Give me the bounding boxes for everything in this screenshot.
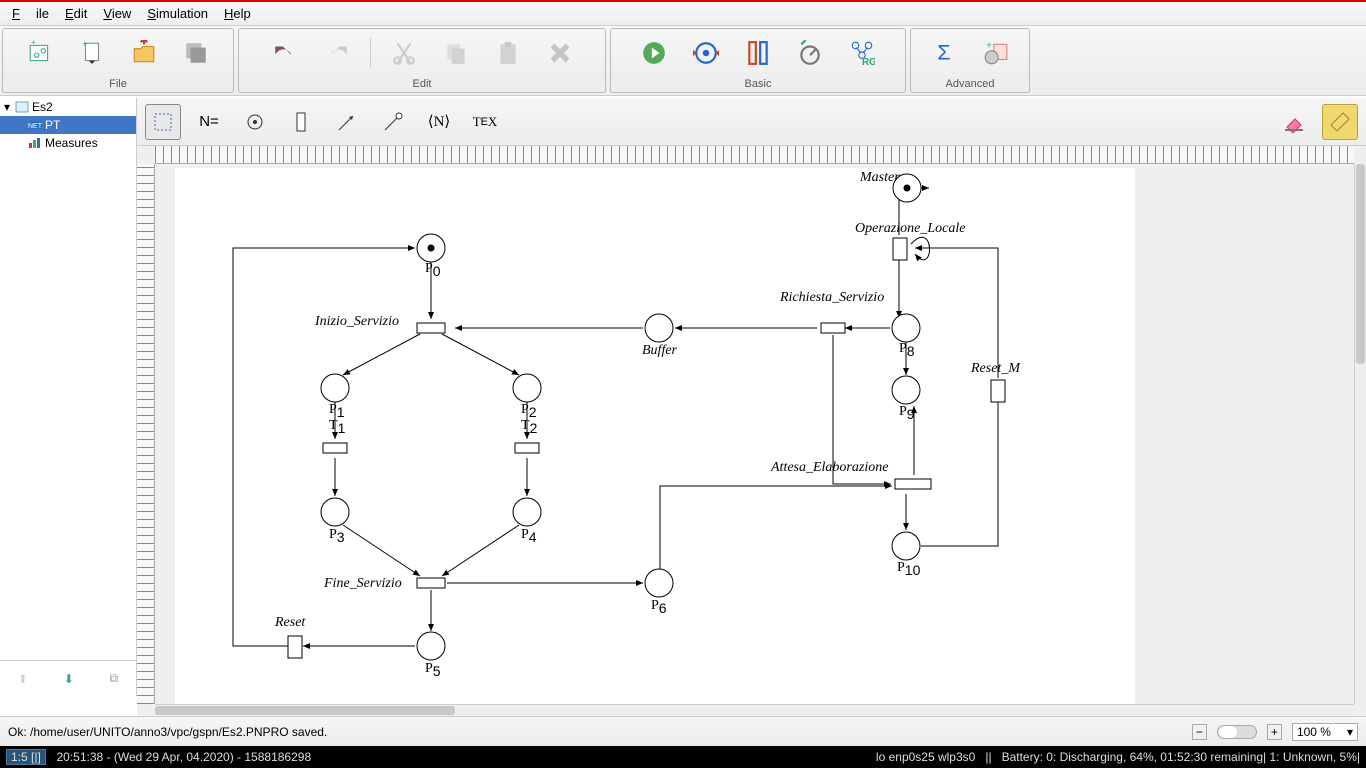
transition-tool[interactable] [283, 104, 319, 140]
save-all-button[interactable] [177, 35, 215, 71]
delete-button[interactable] [541, 35, 579, 71]
svg-text:+: + [986, 41, 992, 52]
group-advanced-label: Advanced [911, 77, 1029, 92]
svg-text:NET: NET [28, 123, 42, 130]
cut-button[interactable] [385, 35, 423, 71]
move-up-button[interactable]: ⬆ [18, 672, 28, 686]
status-bar: Ok: /home/user/UNITO/anno3/vpc/gspn/Es2.… [0, 716, 1366, 746]
name-tool[interactable]: N= [191, 104, 227, 140]
group-basic-label: Basic [611, 77, 905, 92]
svg-text:T2: T2 [521, 418, 538, 436]
svg-text:P6: P6 [651, 598, 667, 616]
svg-text:Operazione_Locale: Operazione_Locale [855, 221, 965, 236]
i3-time: 20:51:38 - (Wed 29 Apr, 04.2020) - 15881… [50, 750, 311, 764]
workspace-indicator[interactable]: 1:5 [|] [6, 749, 46, 765]
tree-pt[interactable]: NET PT [0, 116, 136, 134]
svg-text:P9: P9 [899, 404, 915, 422]
group-file-label: File [3, 77, 233, 92]
menu-edit[interactable]: Edit [57, 4, 95, 23]
zoom-select[interactable]: 100 %▾ [1292, 723, 1358, 741]
duplicate-button[interactable]: ⧉ [110, 671, 119, 686]
svg-text:P10: P10 [897, 560, 921, 578]
measure-button[interactable] [791, 35, 829, 71]
svg-text:Σ: Σ [937, 40, 950, 65]
place-tool[interactable] [237, 104, 273, 140]
status-message: Ok: /home/user/UNITO/anno3/vpc/gspn/Es2.… [8, 725, 327, 739]
page-canvas[interactable]: Master Operazione_Locale Richiesta_Servi… [175, 168, 1135, 716]
chevron-down-icon: ▾ [1347, 725, 1353, 739]
svg-text:Inizio_Servizio: Inizio_Servizio [314, 314, 399, 329]
undo-button[interactable] [266, 35, 304, 71]
svg-text:+: + [82, 40, 87, 49]
menu-simulation[interactable]: Simulation [139, 4, 216, 23]
hscrollbar[interactable] [155, 704, 1354, 716]
ruler-tool[interactable] [1322, 104, 1358, 140]
arc-tool[interactable] [329, 104, 365, 140]
multisolve-button[interactable]: + [977, 35, 1015, 71]
svg-text:RG: RG [862, 57, 875, 66]
project-tree: ▾ Es2 NET PT Measures ⬆ ⬇ ⧉ [0, 98, 137, 696]
svg-text:+: + [31, 40, 36, 46]
main-toolbar: + + File Edit RG Basic Σ [0, 26, 1366, 96]
svg-text:P0: P0 [425, 261, 441, 279]
angle-tool[interactable]: ⟨N⟩ [421, 104, 457, 140]
zoom-slider[interactable] [1217, 725, 1257, 739]
svg-text:Buffer: Buffer [642, 343, 678, 358]
rg-button[interactable]: RG [843, 35, 881, 71]
unfold-button[interactable] [739, 35, 777, 71]
svg-text:Reset_M: Reset_M [970, 361, 1021, 376]
move-down-button[interactable]: ⬇ [64, 672, 74, 686]
new-page-button[interactable]: + [73, 35, 111, 71]
ruler-horizontal [155, 146, 1354, 164]
ruler-vertical [137, 164, 155, 704]
svg-text:Reset: Reset [274, 615, 306, 630]
menu-bar: File Edit View Simulation Help [0, 2, 1366, 26]
svg-text:P3: P3 [329, 527, 345, 545]
menu-view[interactable]: View [95, 4, 139, 23]
tree-measures[interactable]: Measures [0, 134, 136, 152]
svg-text:Attesa_Elaborazione: Attesa_Elaborazione [770, 460, 888, 475]
svg-text:Richiesta_Servizio: Richiesta_Servizio [779, 290, 884, 305]
token-game-button[interactable] [687, 35, 725, 71]
sigma-button[interactable]: Σ [925, 35, 963, 71]
new-project-button[interactable]: + [21, 35, 59, 71]
zoom-out-button[interactable]: − [1192, 724, 1207, 740]
play-button[interactable] [635, 35, 673, 71]
tree-root[interactable]: ▾ Es2 [0, 98, 136, 116]
menu-help[interactable]: Help [216, 4, 259, 23]
svg-text:T1: T1 [329, 418, 346, 436]
svg-text:Master: Master [859, 170, 900, 185]
svg-text:P4: P4 [521, 527, 537, 545]
open-button[interactable] [125, 35, 163, 71]
select-tool[interactable] [145, 104, 181, 140]
vscrollbar[interactable] [1354, 164, 1366, 704]
svg-text:P8: P8 [899, 341, 915, 359]
i3-status-bar: 1:5 [|] 20:51:38 - (Wed 29 Apr, 04.2020)… [0, 746, 1366, 768]
menu-file[interactable]: File [4, 4, 57, 23]
svg-text:Fine_Servizio: Fine_Servizio [323, 576, 402, 591]
paste-button[interactable] [489, 35, 527, 71]
copy-button[interactable] [437, 35, 475, 71]
i3-net-battery: lo enp0s25 wlp3s0 || Battery: 0: Dischar… [876, 750, 1360, 764]
inhibitor-arc-tool[interactable] [375, 104, 411, 140]
drawing-toolbar: N= ⟨N⟩ TEX [137, 98, 1366, 146]
clear-tool[interactable] [1276, 104, 1312, 140]
redo-button[interactable] [318, 35, 356, 71]
group-edit-label: Edit [239, 77, 605, 92]
tex-tool[interactable]: TEX [467, 104, 503, 140]
svg-text:P5: P5 [425, 661, 441, 679]
canvas-area: Master Operazione_Locale Richiesta_Servi… [137, 146, 1366, 716]
zoom-in-button[interactable]: + [1267, 724, 1282, 740]
